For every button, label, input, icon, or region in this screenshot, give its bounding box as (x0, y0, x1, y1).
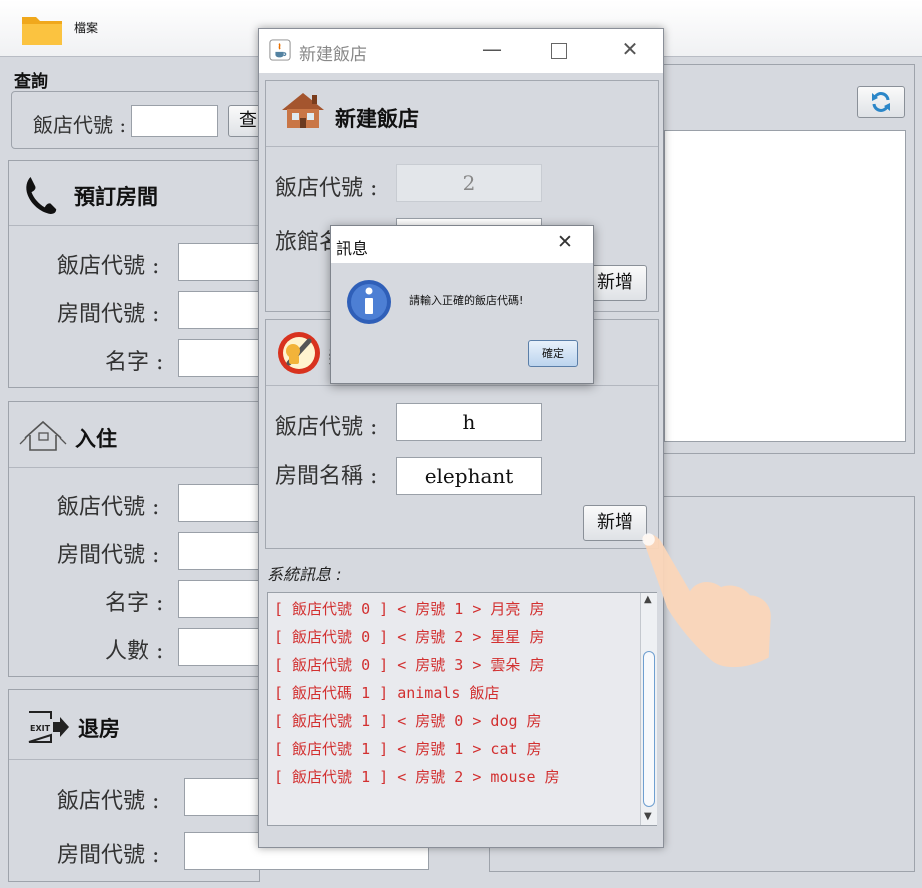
log-lines: [ 飯店代號 0 ] < 房號 1 > 月亮 房 [ 飯店代號 0 ] < 房號 … (274, 595, 634, 791)
message-title: 訊息 (336, 239, 369, 258)
checkin-people-label: 人數 : (105, 639, 164, 664)
reserve-room-code-label: 房間代號 : (57, 302, 160, 327)
message-close-button[interactable]: ✕ (557, 231, 573, 253)
log-line: [ 飯店代號 0 ] < 房號 3 > 雲朵 房 (274, 656, 545, 674)
log-line: [ 飯店代號 1 ] < 房號 1 > cat 房 (274, 740, 542, 758)
checkout-room-code-label: 房間代號 : (57, 843, 160, 868)
pointer-hand-icon (642, 533, 771, 668)
checkout-divider (9, 759, 259, 760)
log-line: [ 飯店代號 1 ] < 房號 0 > dog 房 (274, 712, 542, 730)
checkin-people-input[interactable] (178, 628, 260, 666)
new-hotel-dialog: 新建飯店 — ✕ 新建飯店 飯店代號 : 2 旅館名 新增 新 飯店代號 : h… (258, 28, 664, 848)
new-hotel-code-value: 2 (462, 171, 476, 195)
new-hotel-code-input[interactable]: 2 (396, 164, 542, 202)
new-room-hotel-code-value: h (462, 410, 476, 434)
new-hotel-divider (266, 146, 658, 147)
dialog-title: 新建飯店 (299, 45, 367, 65)
wrench-icon (278, 332, 320, 374)
query-title: 查詢 (14, 72, 48, 92)
dialog-titlebar[interactable]: 新建飯店 — ✕ (259, 29, 663, 73)
new-room-hotel-code-input[interactable]: h (396, 403, 542, 441)
checkout-hotel-code-input[interactable] (184, 778, 260, 816)
reserve-hotel-code-label: 飯店代號 : (57, 254, 160, 279)
exit-icon: EXIT (28, 711, 69, 743)
house-icon (19, 420, 67, 451)
scroll-down-icon[interactable]: ▼ (644, 811, 652, 822)
checkin-hotel-code-input[interactable] (178, 484, 260, 522)
refresh-button[interactable] (857, 86, 905, 118)
new-room-name-label: 房間名稱 : (275, 464, 378, 489)
log-line: [ 飯店代碼 1 ] animals 飯店 (274, 684, 500, 702)
phone-icon (26, 176, 57, 214)
maximize-button[interactable] (551, 43, 567, 59)
house-icon (282, 93, 324, 128)
new-hotel-code-label: 飯店代號 : (275, 176, 378, 201)
scroll-thumb[interactable] (643, 651, 655, 807)
log-line: [ 飯店代號 0 ] < 房號 1 > 月亮 房 (274, 600, 545, 618)
log-line: [ 飯店代號 0 ] < 房號 2 > 星星 房 (274, 628, 545, 646)
log-label: 系統訊息 : (267, 565, 342, 584)
reserve-room-code-input[interactable] (178, 291, 260, 329)
reserve-name-input[interactable] (178, 339, 260, 377)
reserve-title: 預訂房間 (74, 185, 158, 209)
query-hotel-code-input[interactable] (131, 105, 218, 137)
refresh-icon (872, 92, 890, 112)
new-room-hotel-code-label: 飯店代號 : (275, 415, 378, 440)
reserve-name-label: 名字 : (105, 350, 164, 375)
checkin-hotel-code-label: 飯店代號 : (57, 495, 160, 520)
checkout-hotel-code-label: 飯店代號 : (57, 789, 160, 814)
reserve-hotel-code-input[interactable] (178, 243, 260, 281)
checkout-title: 退房 (78, 717, 120, 741)
close-button[interactable]: ✕ (615, 37, 645, 61)
new-hotel-header: 新建飯店 (335, 107, 419, 131)
result-list[interactable] (664, 130, 906, 442)
folder-icon[interactable] (20, 11, 64, 47)
message-ok-button[interactable]: 確定 (528, 340, 578, 367)
checkin-name-input[interactable] (178, 580, 260, 618)
new-room-name-value: elephant (424, 464, 514, 488)
info-icon (347, 280, 391, 324)
checkin-room-code-input[interactable] (178, 532, 260, 570)
checkin-title: 入住 (75, 427, 117, 451)
reserve-divider (9, 225, 259, 226)
checkin-room-code-label: 房間代號 : (57, 543, 160, 568)
log-line: [ 飯店代號 1 ] < 房號 2 > mouse 房 (274, 768, 560, 786)
svg-text:EXIT: EXIT (30, 724, 51, 733)
message-dialog: 訊息 ✕ 請輸入正確的飯店代碼! 確定 (330, 225, 594, 384)
new-room-divider (266, 385, 658, 386)
minimize-button[interactable]: — (477, 37, 507, 61)
checkin-divider (9, 467, 259, 468)
message-titlebar[interactable]: 訊息 ✕ (331, 226, 593, 263)
menu-file[interactable]: 檔案 (74, 19, 98, 36)
log-area[interactable]: [ 飯店代號 0 ] < 房號 1 > 月亮 房 [ 飯店代號 0 ] < 房號 … (267, 592, 657, 826)
query-hotel-code-label: 飯店代號 : (33, 113, 127, 137)
checkin-name-label: 名字 : (105, 591, 164, 616)
java-icon (269, 39, 291, 61)
message-text: 請輸入正確的飯店代碼! (409, 294, 524, 307)
new-room-name-input[interactable]: elephant (396, 457, 542, 495)
